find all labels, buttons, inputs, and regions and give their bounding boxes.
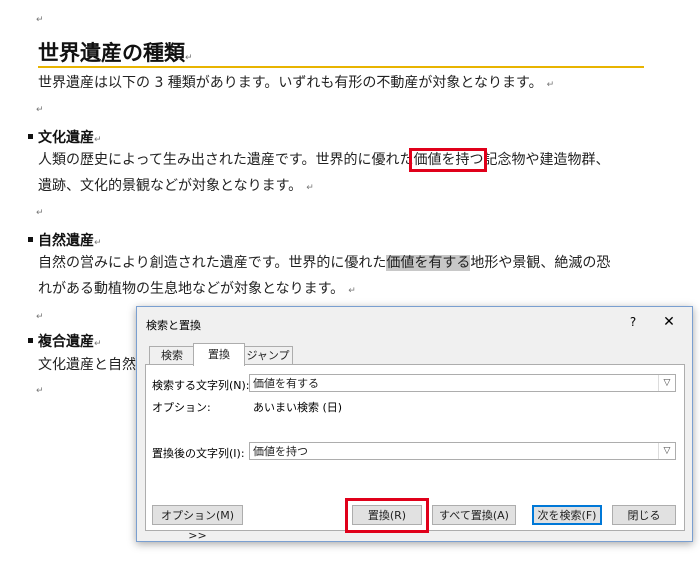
find-next-button[interactable]: 次を検索(F) [532,505,602,525]
paragraph-mark: ↵ [36,208,44,218]
replace-all-button[interactable]: すべて置換(A) [432,505,516,525]
bullet-icon [28,337,33,343]
tab-replace[interactable]: 置換 [193,343,245,366]
paragraph-mark: ↵ [36,15,44,25]
replace-button[interactable]: 置換(R) [352,505,422,525]
natural-line-1[interactable]: 自然の営みにより創造された遺産です。世界的に優れた価値を有する地形や景観、絶滅の… [38,253,610,273]
replace-label: 置換後の文字列(I): [152,447,245,460]
help-button[interactable]: ? [624,313,642,331]
tab-goto[interactable]: ジャンプ [243,346,293,365]
section-heading-cultural[interactable]: 文化遺産↵ [28,127,102,147]
chevron-down-icon[interactable]: ▽ [658,443,675,459]
bullet-icon [28,236,33,242]
dialog-title: 検索と置換 [146,319,201,332]
find-replace-dialog: 検索と置換 ? ✕ 検索 置換 ジャンプ 検索する文字列(N): 価値を有する … [136,306,693,542]
close-icon[interactable]: ✕ [657,313,681,331]
chevron-down-icon[interactable]: ▽ [658,375,675,391]
options-value: あいまい検索 (日) [253,401,343,414]
find-label: 検索する文字列(N): [152,379,250,392]
section-heading-natural[interactable]: 自然遺産↵ [28,230,102,250]
tab-find[interactable]: 検索 [149,346,195,365]
find-input[interactable]: 価値を有する ▽ [249,374,676,392]
cultural-line-1[interactable]: 人類の歴史によって生み出された遺産です。世界的に優れた価値を持つ記念物や建造物群… [38,148,609,172]
paragraph-mark: ↵ [36,386,44,396]
paragraph-mark: ↵ [36,312,44,322]
bullet-icon [28,133,33,139]
section-heading-mixed[interactable]: 複合遺産↵ [28,331,102,351]
close-button[interactable]: 閉じる [612,505,676,525]
options-label: オプション: [152,401,211,414]
title-underline-rule [38,66,644,68]
cultural-line-2[interactable]: 遺跡、文化的景観などが対象となります。 ↵ [38,176,314,198]
replace-tab-panel: 検索する文字列(N): 価値を有する ▽ オプション: あいまい検索 (日) 置… [145,364,685,542]
options-button[interactable]: オプション(M) >> [152,505,243,542]
highlighted-replaced-text[interactable]: 価値を持つ [409,148,488,172]
replace-input[interactable]: 価値を持つ ▽ [249,442,676,460]
mixed-line-1[interactable]: 文化遺産と自然 [38,355,136,375]
intro-paragraph[interactable]: 世界遺産は以下の 3 種類があります。いずれも有形の不動産が対象となります。 ↵ [38,73,554,95]
document-title[interactable]: 世界遺産の種類↵ [38,37,193,67]
selected-search-text[interactable]: 価値を有する [386,255,471,271]
natural-line-2[interactable]: れがある動植物の生息地などが対象となります。 ↵ [38,279,356,301]
paragraph-mark: ↵ [36,105,44,115]
